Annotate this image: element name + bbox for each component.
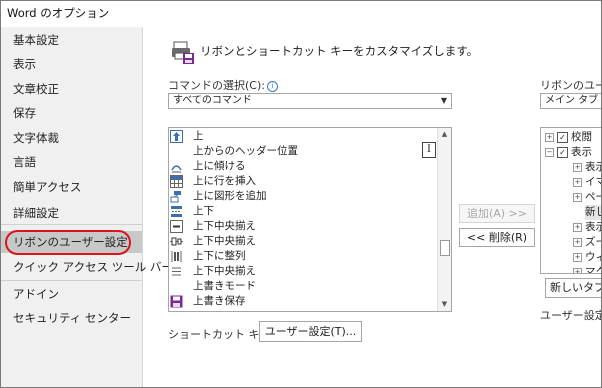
list-item[interactable]: 上書き保存 <box>169 294 435 309</box>
nav-item-trust-center[interactable]: セキュリティ センター <box>1 307 142 329</box>
nav-item-addins[interactable]: アドイン <box>1 283 142 305</box>
expand-icon: + <box>573 238 582 247</box>
list-item[interactable]: 上に傾ける <box>169 159 435 174</box>
highlight-oval <box>5 230 131 255</box>
list-item[interactable]: 上に図形を追加 <box>169 189 435 204</box>
customize-ribbon-icon <box>170 39 196 65</box>
tree-item[interactable]: 新し <box>585 205 601 220</box>
save-icon <box>170 295 183 308</box>
expand-icon: + <box>573 223 582 232</box>
expand-icon: + <box>545 133 554 142</box>
chevron-down-icon: ▼ <box>440 96 447 105</box>
nav-item-proofing[interactable]: 文章校正 <box>1 78 142 100</box>
add-button[interactable]: 追加(A) >> <box>459 204 535 223</box>
title-bar: Word のオプション <box>1 1 601 23</box>
new-tab-button[interactable]: 新しいタブ(W <box>545 278 601 298</box>
expand-icon: + <box>573 253 582 262</box>
nav-item-save[interactable]: 保存 <box>1 102 142 124</box>
tree-item[interactable]: +表示 <box>573 160 601 175</box>
list-item[interactable]: 上下中央揃え <box>169 234 435 249</box>
scroll-thumb <box>440 240 450 256</box>
expand-icon: + <box>573 178 582 187</box>
window-title: Word のオプション <box>7 6 110 20</box>
nav-item-advanced[interactable]: 詳細設定 <box>1 202 142 224</box>
nav-item-typography[interactable]: 文字体裁 <box>1 127 142 149</box>
checkbox-icon: ✓ <box>557 132 568 143</box>
nav-divider <box>1 280 142 281</box>
list-item[interactable]: 上書きモード <box>169 279 435 294</box>
list-item[interactable]: 上下中央揃え <box>169 264 435 279</box>
align-middle-icon <box>170 220 183 233</box>
remove-button[interactable]: << 削除(R) <box>459 228 535 247</box>
scroll-down-icon: ▼ <box>441 300 448 308</box>
expand-icon: + <box>573 193 582 202</box>
word-options-dialog: Word のオプション 基本設定 表示 文章校正 保存 文字体裁 言語 簡単アク… <box>0 0 602 388</box>
page-header: リボンとショートカット キーをカスタマイズします。 <box>200 44 479 58</box>
list-item[interactable]: 上下に整列 <box>169 249 435 264</box>
user-settings-label: ユーザー設定 <box>540 309 602 322</box>
tree-item[interactable]: +表示 <box>573 220 601 235</box>
nav-item-quick-access-toolbar[interactable]: クイック アクセス ツール バー <box>1 256 173 278</box>
list-item[interactable]: 上に行を挿入 <box>169 174 435 189</box>
tree-item[interactable]: − ✓ 表示 <box>545 145 592 160</box>
scroll-up-icon: ▲ <box>441 130 448 138</box>
align-middle-v-icon <box>170 235 183 248</box>
list-item[interactable]: 上からのヘッダー位置 <box>169 144 435 159</box>
distribute-vertical-icon <box>170 250 183 263</box>
commands-list[interactable]: 上 上からのヘッダー位置 上に傾ける 上に行を挿入 上に図形を追加 上下 上下中… <box>168 127 452 312</box>
nav-item-general[interactable]: 基本設定 <box>1 29 142 51</box>
shortcut-customize-button[interactable]: ユーザー設定(T)... <box>259 321 362 342</box>
insert-row-above-icon <box>170 175 183 188</box>
nav-divider <box>1 224 142 225</box>
tree-item[interactable]: +イマ <box>573 175 601 190</box>
command-select-label: コマンドの選択(C): i <box>168 77 278 93</box>
list-item[interactable]: 上下 <box>169 204 435 219</box>
arrow-up-icon <box>170 130 183 143</box>
expand-icon: + <box>573 268 582 273</box>
tree-item[interactable]: +マク <box>573 265 601 273</box>
expand-icon: + <box>573 163 582 172</box>
tree-item[interactable]: +ズー <box>573 235 601 250</box>
command-select-dropdown[interactable]: すべてのコマンド ▼ <box>168 93 452 109</box>
ribbon-select-dropdown[interactable]: メイン タブ <box>540 93 601 109</box>
tilt-up-icon <box>170 160 183 173</box>
text-cursor-icon: I <box>422 142 436 158</box>
add-shape-above-icon <box>170 190 183 203</box>
top-bottom-icon <box>170 205 183 218</box>
collapse-icon: − <box>545 148 554 157</box>
info-icon: i <box>266 81 278 92</box>
tree-item[interactable]: + ✓ 校閲 <box>545 130 592 145</box>
tree-item[interactable]: +ペー <box>573 190 601 205</box>
align-middle-text-icon <box>170 265 183 278</box>
main-panel: リボンとショートカット キーをカスタマイズします。 コマンドの選択(C): i す… <box>148 27 601 387</box>
options-nav: 基本設定 表示 文章校正 保存 文字体裁 言語 簡単アクセス 詳細設定 リボンの… <box>1 27 173 387</box>
nav-item-accessibility[interactable]: 簡単アクセス <box>1 176 142 198</box>
tree-item[interactable]: +ウィ <box>573 250 601 265</box>
commands-scrollbar[interactable]: ▲ ▼ <box>437 128 451 311</box>
list-item[interactable]: 上 <box>169 129 435 144</box>
nav-item-display[interactable]: 表示 <box>1 53 142 75</box>
checkbox-icon: ✓ <box>557 147 568 158</box>
ribbon-tabs-tree[interactable]: +✓校閲 −✓表示 +表示 +イマ +ペー 新し +表示 +ズー +ウィ +マク <box>540 127 601 274</box>
list-item[interactable]: 上下中央揃え <box>169 219 435 234</box>
ribbon-select-label: リボンのユーザ <box>540 79 601 92</box>
nav-item-language[interactable]: 言語 <box>1 151 142 173</box>
